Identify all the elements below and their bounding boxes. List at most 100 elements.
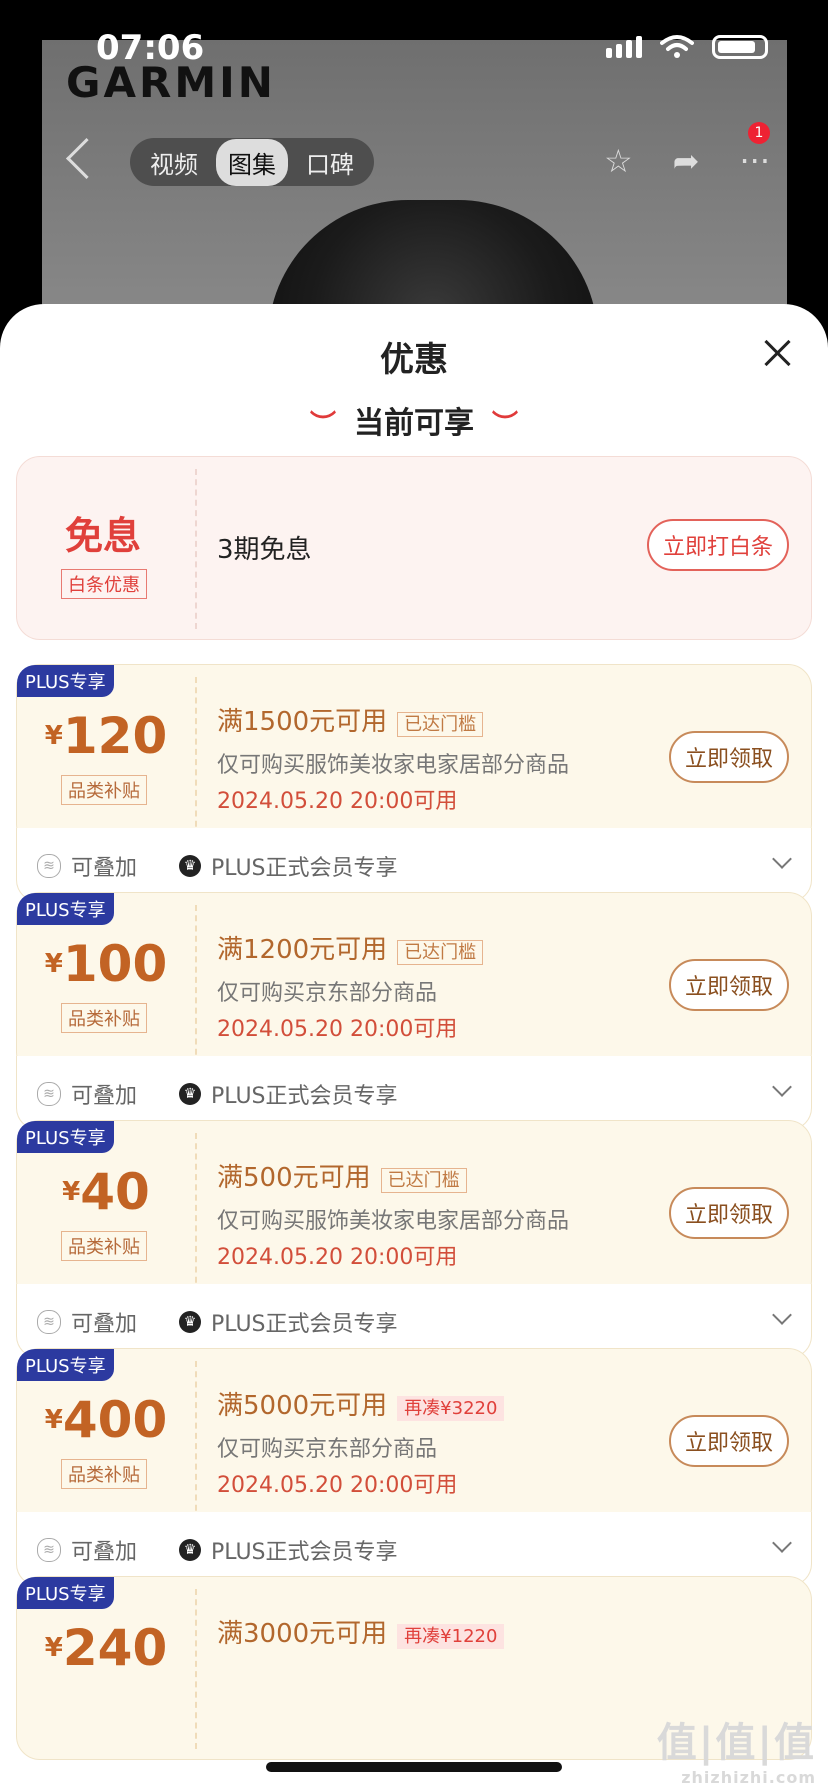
tab-reviews[interactable]: 口碑 xyxy=(294,139,366,186)
coupon-condition: 满1500元可用 已达门槛 xyxy=(217,701,484,738)
amount-value: 120 xyxy=(62,707,168,765)
divider xyxy=(195,1133,197,1293)
coupon-condition: 满3000元可用 再凑¥1220 xyxy=(217,1613,505,1650)
watermark: 值|值|值 zhizhizhi.com xyxy=(657,1710,816,1787)
plus-tag: PLUS专享 xyxy=(17,1577,114,1609)
coupon-main: PLUS专享 ¥100 品类补贴 满1200元可用 已达门槛 仅可购买京东部分商品… xyxy=(16,892,812,1076)
baitiao-button[interactable]: 立即打白条 xyxy=(646,519,789,571)
currency: ¥ xyxy=(44,949,63,979)
smile-icon: ︶ xyxy=(309,410,336,440)
claim-button[interactable]: 立即领取 xyxy=(668,959,789,1011)
amount-value: 100 xyxy=(62,935,168,993)
crown-icon: ♛ xyxy=(179,855,202,877)
more-icon[interactable]: ··· xyxy=(739,142,770,180)
signal-icon xyxy=(606,36,642,58)
plus-member-text: PLUS正式会员专享 xyxy=(211,1084,398,1109)
stack-icon: ≋ xyxy=(37,1310,61,1334)
category-tag: 品类补贴 xyxy=(61,1459,147,1489)
coupon-amount: ¥100 xyxy=(17,935,195,993)
coupon-footer[interactable]: ≋ 可叠加 ♛ PLUS正式会员专享 xyxy=(16,1284,812,1358)
chevron-down-icon[interactable] xyxy=(772,1533,792,1553)
coupon-card: PLUS专享 ¥40 品类补贴 满500元可用 已达门槛 仅可购买服饰美妆家电家居… xyxy=(16,1120,812,1358)
stack-icon: ≋ xyxy=(37,1082,61,1106)
currency: ¥ xyxy=(44,1405,63,1435)
smile-icon: ︶ xyxy=(492,410,519,440)
coupon-main: PLUS专享 ¥120 品类补贴 满1500元可用 已达门槛 仅可购买服饰美妆家电… xyxy=(16,664,812,848)
tab-gallery[interactable]: 图集 xyxy=(216,138,288,186)
category-tag: 品类补贴 xyxy=(61,1003,147,1033)
coupon-scope: 仅可购买服饰美妆家电家居部分商品 xyxy=(217,753,570,778)
coupon-amount: ¥40 xyxy=(17,1163,195,1221)
plus-member-text: PLUS正式会员专享 xyxy=(211,856,398,881)
stackable-text: 可叠加 xyxy=(71,1084,138,1109)
media-tabs: 视频 图集 口碑 xyxy=(130,138,374,186)
notification-badge: 1 xyxy=(748,122,770,144)
chevron-down-icon[interactable] xyxy=(772,1305,792,1325)
coupon-scope: 仅可购买服饰美妆家电家居部分商品 xyxy=(217,1209,570,1234)
crown-icon: ♛ xyxy=(179,1311,202,1333)
divider xyxy=(195,905,197,1065)
coupon-footer[interactable]: ≋ 可叠加 ♛ PLUS正式会员专享 xyxy=(16,1512,812,1586)
home-indicator[interactable] xyxy=(266,1762,562,1772)
threshold-chip: 已达门槛 xyxy=(380,1167,467,1193)
coupon-footer[interactable]: ≋ 可叠加 ♛ PLUS正式会员专享 xyxy=(16,828,812,902)
stackable-text: 可叠加 xyxy=(71,1312,138,1337)
coupon-condition: 满5000元可用 再凑¥3220 xyxy=(217,1385,505,1422)
top-actions: ☆ ➦ ··· xyxy=(604,142,770,180)
footer-info: ≋ 可叠加 ♛ PLUS正式会员专享 xyxy=(37,850,398,882)
discount-sheet: 优惠 ︶ 当前可享 ︶ 免息 白条优惠 3期免息 立即打白条 PLUS专享 ¥120… xyxy=(0,304,828,1792)
claim-button[interactable]: 立即领取 xyxy=(668,1187,789,1239)
crown-icon: ♛ xyxy=(179,1539,202,1561)
coupon-card: PLUS专享 ¥400 品类补贴 满5000元可用 再凑¥3220 仅可购买京东部… xyxy=(16,1348,812,1586)
divider xyxy=(195,677,197,837)
baitiao-card: 免息 白条优惠 3期免息 立即打白条 xyxy=(16,456,812,640)
coupon-amount: ¥240 xyxy=(17,1619,195,1677)
sheet-title: 优惠 xyxy=(380,340,448,380)
coupon-condition: 满500元可用 已达门槛 xyxy=(217,1157,467,1194)
category-tag: 品类补贴 xyxy=(61,1231,147,1261)
watermark-sub: zhizhizhi.com xyxy=(681,1768,816,1787)
amount-value: 400 xyxy=(62,1391,168,1449)
close-icon[interactable] xyxy=(762,338,792,368)
claim-button[interactable]: 立即领取 xyxy=(668,1415,789,1467)
threshold-chip: 已达门槛 xyxy=(397,939,484,965)
tab-video[interactable]: 视频 xyxy=(138,139,210,186)
footer-info: ≋ 可叠加 ♛ PLUS正式会员专享 xyxy=(37,1534,398,1566)
plus-tag: PLUS专享 xyxy=(17,1121,114,1153)
plus-tag: PLUS专享 xyxy=(17,665,114,697)
category-tag: 品类补贴 xyxy=(61,775,147,805)
coupon-footer[interactable]: ≋ 可叠加 ♛ PLUS正式会员专享 xyxy=(16,1056,812,1130)
currency: ¥ xyxy=(44,1633,63,1663)
stackable-text: 可叠加 xyxy=(71,856,138,881)
back-icon[interactable] xyxy=(65,137,108,180)
stackable-text: 可叠加 xyxy=(71,1540,138,1565)
claim-button[interactable]: 立即领取 xyxy=(668,731,789,783)
condition-text: 满1500元可用 xyxy=(217,707,388,737)
coupon-time: 2024.05.20 20:00可用 xyxy=(217,1017,458,1042)
condition-text: 满5000元可用 xyxy=(217,1391,388,1421)
watermark-main: 值|值|值 xyxy=(656,1720,816,1766)
chevron-down-icon[interactable] xyxy=(772,849,792,869)
battery-icon xyxy=(712,35,768,59)
shortfall-chip: 再凑¥3220 xyxy=(397,1395,505,1421)
chevron-down-icon[interactable] xyxy=(772,1077,792,1097)
star-icon[interactable]: ☆ xyxy=(604,142,633,180)
divider xyxy=(195,1361,197,1521)
coupon-main: PLUS专享 ¥40 品类补贴 满500元可用 已达门槛 仅可购买服饰美妆家电家居… xyxy=(16,1120,812,1304)
footer-info: ≋ 可叠加 ♛ PLUS正式会员专享 xyxy=(37,1306,398,1338)
condition-text: 满1200元可用 xyxy=(217,935,388,965)
plus-member-text: PLUS正式会员专享 xyxy=(211,1540,398,1565)
share-icon[interactable]: ➦ xyxy=(673,142,700,180)
coupon-scope: 仅可购买京东部分商品 xyxy=(217,981,438,1006)
shortfall-chip: 再凑¥1220 xyxy=(397,1623,505,1649)
amount-value: 40 xyxy=(80,1163,150,1221)
section-title: 当前可享 xyxy=(354,406,474,441)
coupon-amount: ¥120 xyxy=(17,707,195,765)
baitiao-desc: 3期免息 xyxy=(217,535,312,565)
threshold-chip: 已达门槛 xyxy=(397,711,484,737)
footer-info: ≋ 可叠加 ♛ PLUS正式会员专享 xyxy=(37,1078,398,1110)
amount-value: 240 xyxy=(62,1619,168,1677)
stack-icon: ≋ xyxy=(37,1538,61,1562)
currency: ¥ xyxy=(62,1177,81,1207)
coupon-card: PLUS专享 ¥100 品类补贴 满1200元可用 已达门槛 仅可购买京东部分商品… xyxy=(16,892,812,1130)
